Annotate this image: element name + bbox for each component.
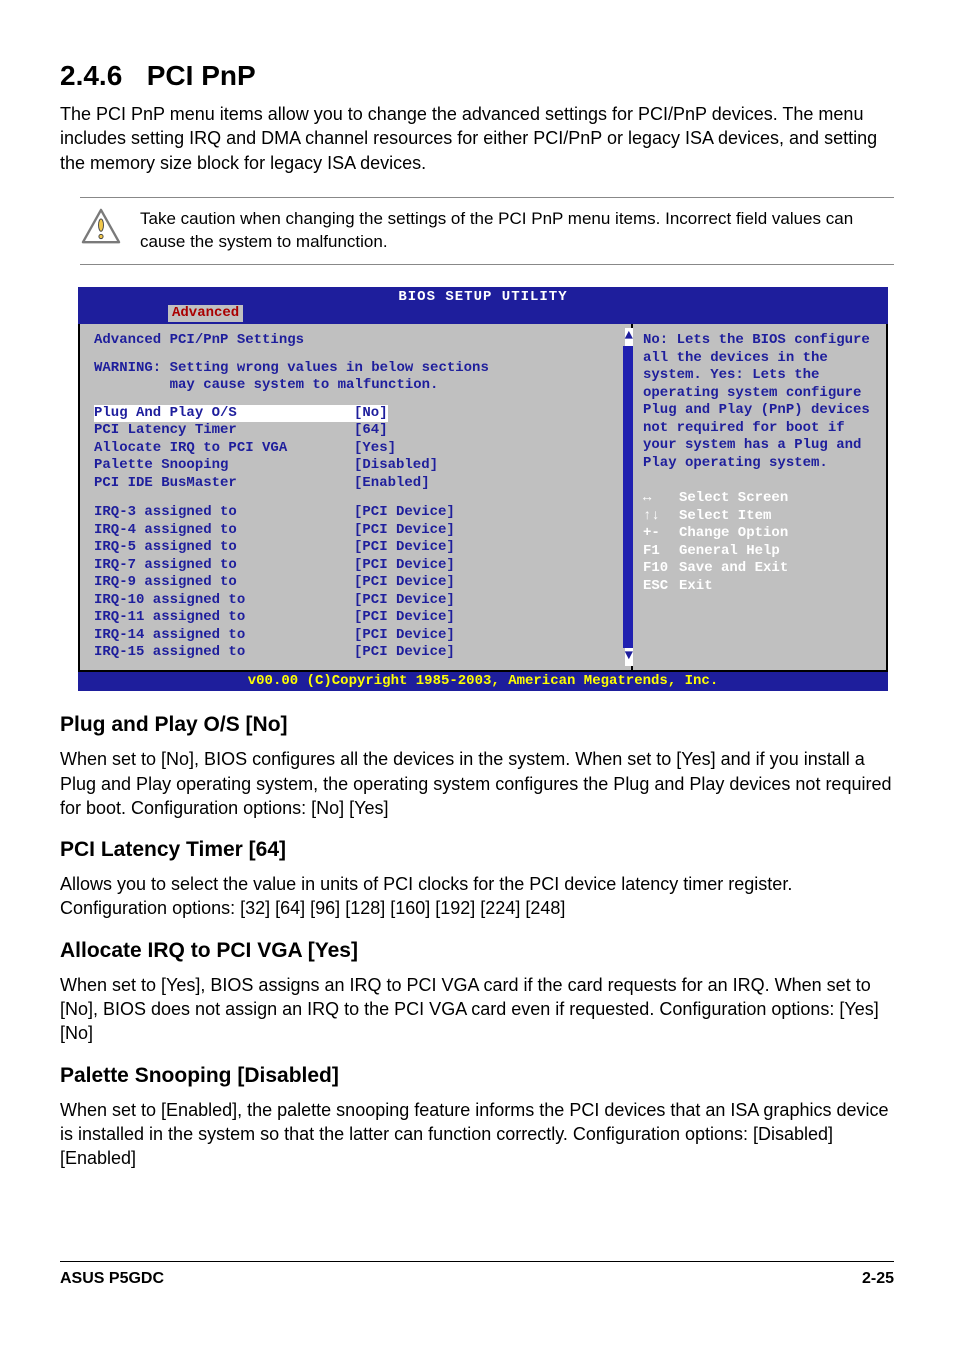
caution-text: Take caution when changing the settings … — [140, 208, 886, 254]
subsection-body: When set to [Yes], BIOS assigns an IRQ t… — [60, 973, 894, 1046]
section-title: PCI PnP — [147, 60, 256, 91]
bios-help-text: No: Lets the BIOS configure all the devi… — [643, 332, 876, 472]
bios-item-value: [Disabled] — [354, 457, 438, 475]
bios-key-label: General Help — [679, 543, 780, 559]
section-number: 2.4.6 — [60, 60, 122, 91]
bios-item-value: [PCI Device] — [354, 609, 455, 627]
bios-item-label: Plug And Play O/S — [94, 405, 354, 423]
bios-item-value: [PCI Device] — [354, 539, 455, 557]
bios-key-row: F1General Help — [643, 543, 876, 561]
bios-item-label: IRQ-7 assigned to — [94, 557, 354, 575]
bios-item-label: Allocate IRQ to PCI VGA — [94, 440, 354, 458]
bios-irq-item[interactable]: IRQ-3 assigned to[PCI Device] — [94, 504, 621, 522]
bios-irq-item[interactable]: IRQ-9 assigned to[PCI Device] — [94, 574, 621, 592]
bios-key-row: +-Change Option — [643, 525, 876, 543]
bios-item-value: [PCI Device] — [354, 644, 455, 662]
scroll-track[interactable] — [623, 346, 633, 648]
bios-key-row: ↑↓Select Item — [643, 508, 876, 526]
bios-titlebar: BIOS SETUP UTILITY Advanced — [78, 287, 888, 325]
bios-item[interactable]: Plug And Play O/S[No] — [94, 405, 621, 423]
bios-key-glyph: +- — [643, 525, 679, 543]
bios-key-label: Exit — [679, 578, 713, 594]
bios-pane-heading: Advanced PCI/PnP Settings — [94, 332, 621, 350]
bios-item-label: IRQ-3 assigned to — [94, 504, 354, 522]
scroll-down-icon[interactable]: ▼ — [625, 648, 633, 666]
bios-title: BIOS SETUP UTILITY — [78, 289, 888, 307]
subsection-body: When set to [No], BIOS configures all th… — [60, 747, 894, 820]
subsection-heading: Palette Snooping [Disabled] — [60, 1064, 894, 1088]
bios-item-label: IRQ-10 assigned to — [94, 592, 354, 610]
bios-key-row: F10Save and Exit — [643, 560, 876, 578]
bios-item-label: IRQ-11 assigned to — [94, 609, 354, 627]
bios-key-label: Select Screen — [679, 490, 788, 506]
bios-irq-item[interactable]: IRQ-4 assigned to[PCI Device] — [94, 522, 621, 540]
bios-irq-item[interactable]: IRQ-10 assigned to[PCI Device] — [94, 592, 621, 610]
bios-item-label: IRQ-15 assigned to — [94, 644, 354, 662]
bios-item-label: IRQ-4 assigned to — [94, 522, 354, 540]
bios-item-label: PCI Latency Timer — [94, 422, 354, 440]
bios-item-value: [PCI Device] — [354, 522, 455, 540]
bios-key-glyph: F10 — [643, 560, 679, 578]
bios-irq-item[interactable]: IRQ-15 assigned to[PCI Device] — [94, 644, 621, 662]
bios-key-glyph: ↑↓ — [643, 508, 679, 526]
bios-item-value: [PCI Device] — [354, 627, 455, 645]
bios-item[interactable]: PCI IDE BusMaster[Enabled] — [94, 475, 621, 493]
subsection-body: When set to [Enabled], the palette snoop… — [60, 1098, 894, 1171]
bios-item[interactable]: Allocate IRQ to PCI VGA[Yes] — [94, 440, 621, 458]
subsection-heading: Plug and Play O/S [No] — [60, 713, 894, 737]
footer-left: ASUS P5GDC — [60, 1270, 164, 1288]
bios-irq-item[interactable]: IRQ-11 assigned to[PCI Device] — [94, 609, 621, 627]
bios-footer: v00.00 (C)Copyright 1985-2003, American … — [78, 672, 888, 692]
bios-right-pane: No: Lets the BIOS configure all the devi… — [631, 324, 886, 670]
bios-item-value: [PCI Device] — [354, 592, 455, 610]
bios-key-glyph: ESC — [643, 578, 679, 596]
bios-tab-advanced[interactable]: Advanced — [168, 305, 243, 323]
bios-item-label: PCI IDE BusMaster — [94, 475, 354, 493]
page-footer: ASUS P5GDC 2-25 — [60, 1261, 894, 1288]
bios-warning: WARNING: Setting wrong values in below s… — [94, 360, 621, 395]
section-intro: The PCI PnP menu items allow you to chan… — [60, 102, 894, 175]
bios-screenshot: BIOS SETUP UTILITY Advanced ▲ ▼ Advanced… — [78, 287, 888, 692]
bios-irq-item[interactable]: IRQ-7 assigned to[PCI Device] — [94, 557, 621, 575]
bios-item-value: [64] — [354, 422, 388, 440]
bios-item-label: IRQ-14 assigned to — [94, 627, 354, 645]
bios-irq-item[interactable]: IRQ-14 assigned to[PCI Device] — [94, 627, 621, 645]
bios-item-value: [PCI Device] — [354, 557, 455, 575]
bios-item-value: [Enabled] — [354, 475, 430, 493]
bios-left-pane: ▲ ▼ Advanced PCI/PnP Settings WARNING: S… — [80, 324, 631, 670]
bios-item-value: [Yes] — [354, 440, 396, 458]
bios-key-label: Select Item — [679, 508, 771, 524]
subsection-heading: Allocate IRQ to PCI VGA [Yes] — [60, 939, 894, 963]
subsection-body: Allows you to select the value in units … — [60, 872, 894, 921]
subsection-heading: PCI Latency Timer [64] — [60, 838, 894, 862]
bios-item-label: Palette Snooping — [94, 457, 354, 475]
caution-callout: Take caution when changing the settings … — [80, 197, 894, 265]
bios-key-row: ↔Select Screen — [643, 490, 876, 508]
bios-key-glyph: F1 — [643, 543, 679, 561]
bios-key-row: ESCExit — [643, 578, 876, 596]
bios-item-label: IRQ-9 assigned to — [94, 574, 354, 592]
footer-right: 2-25 — [862, 1270, 894, 1288]
bios-item-value: [PCI Device] — [354, 504, 455, 522]
bios-irq-item[interactable]: IRQ-5 assigned to[PCI Device] — [94, 539, 621, 557]
bios-item-value: [No] — [354, 405, 388, 423]
bios-key-glyph: ↔ — [643, 490, 679, 508]
bios-item[interactable]: Palette Snooping[Disabled] — [94, 457, 621, 475]
bios-item-value: [PCI Device] — [354, 574, 455, 592]
bios-key-label: Change Option — [679, 525, 788, 541]
caution-icon — [80, 208, 122, 246]
bios-key-label: Save and Exit — [679, 560, 788, 576]
bios-item[interactable]: PCI Latency Timer[64] — [94, 422, 621, 440]
scroll-up-icon[interactable]: ▲ — [625, 328, 633, 346]
bios-item-label: IRQ-5 assigned to — [94, 539, 354, 557]
